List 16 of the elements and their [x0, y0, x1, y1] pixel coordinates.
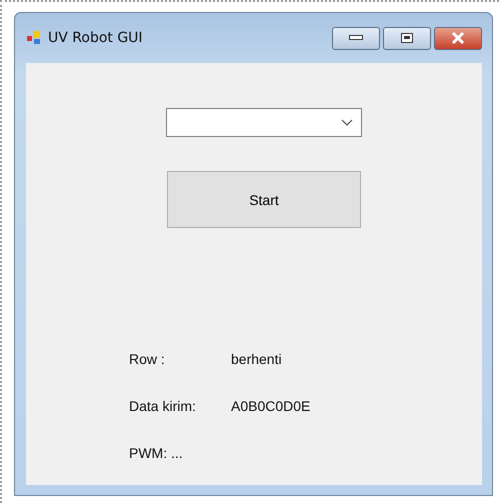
dropdown-field[interactable]: [166, 108, 362, 137]
close-icon: [451, 32, 465, 44]
maximize-icon: [401, 33, 413, 43]
chevron-down-icon: [341, 119, 353, 126]
maximize-button[interactable]: [383, 26, 431, 50]
minimize-button[interactable]: [332, 26, 380, 50]
field-label: Row :: [129, 350, 166, 366]
close-button[interactable]: [434, 26, 482, 50]
minimize-icon: [349, 35, 363, 41]
app-icon: [26, 30, 42, 46]
field-value: A0B0C0D0E: [231, 398, 310, 414]
field-label: Data kirim:: [129, 398, 197, 414]
start-button[interactable]: Start: [167, 171, 361, 228]
field-label: PWM: ...: [129, 444, 184, 460]
window-title: UV Robot GUI: [48, 30, 144, 46]
field-value: berhenti: [231, 350, 282, 366]
